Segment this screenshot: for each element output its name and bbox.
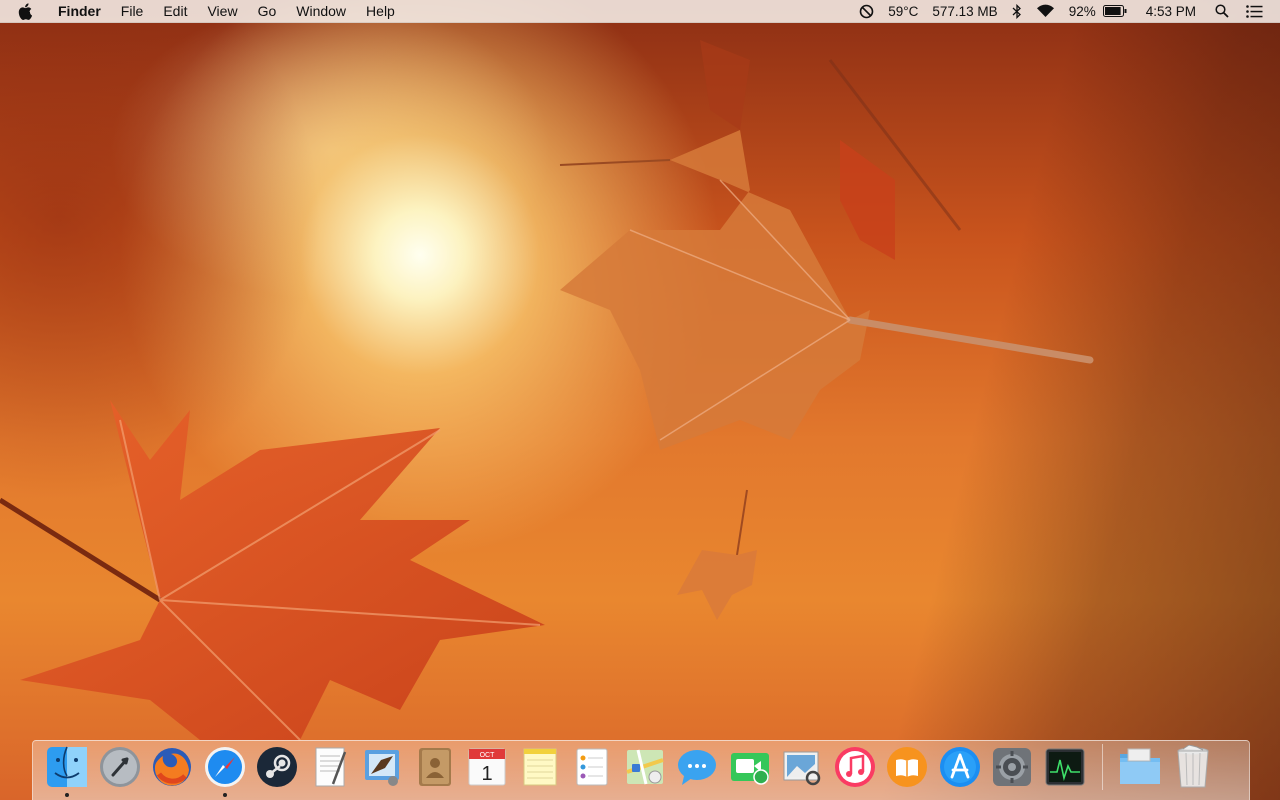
- notes-icon[interactable]: [517, 744, 563, 790]
- apple-menu-icon[interactable]: [18, 2, 36, 20]
- ibooks-icon[interactable]: [884, 744, 930, 790]
- system-preferences-icon[interactable]: [989, 744, 1035, 790]
- battery-percent[interactable]: 92%: [1062, 0, 1103, 22]
- preview-icon[interactable]: [779, 744, 825, 790]
- calendar-month: OCT: [480, 752, 496, 759]
- menu-help[interactable]: Help: [356, 0, 405, 22]
- maple-leaf-large: [0, 400, 545, 741]
- temperature-status[interactable]: 59°C: [881, 0, 925, 22]
- activity-monitor-icon[interactable]: [1042, 744, 1088, 790]
- do-not-disturb-icon[interactable]: [852, 0, 881, 22]
- notification-center-icon[interactable]: [1236, 0, 1270, 22]
- menu-window[interactable]: Window: [286, 0, 356, 22]
- menu-app-name[interactable]: Finder: [52, 0, 111, 22]
- safari-icon[interactable]: [202, 744, 248, 797]
- running-indicator: [65, 793, 69, 797]
- menu-view[interactable]: View: [197, 0, 247, 22]
- calendar-icon[interactable]: OCT 1: [464, 744, 510, 790]
- dock-items: OCT 1: [44, 744, 1222, 797]
- itunes-icon[interactable]: [832, 744, 878, 790]
- maple-leaf-small: [677, 489, 757, 620]
- menu-bar: Finder File Edit View Go Window Help 59°…: [0, 0, 1280, 23]
- mail-icon[interactable]: [359, 744, 405, 790]
- spotlight-search-icon[interactable]: [1208, 0, 1236, 22]
- reminders-icon[interactable]: [569, 744, 615, 790]
- messages-icon[interactable]: [674, 744, 720, 790]
- maple-leaf-top: [700, 40, 962, 260]
- maps-icon[interactable]: [622, 744, 668, 790]
- menu-go[interactable]: Go: [248, 0, 287, 22]
- textedit-icon[interactable]: [307, 744, 353, 790]
- finder-icon[interactable]: [44, 744, 90, 797]
- wifi-icon[interactable]: [1029, 0, 1062, 22]
- launchpad-icon[interactable]: [97, 744, 143, 790]
- memory-status[interactable]: 577.13 MB: [925, 0, 1004, 22]
- menu-file[interactable]: File: [111, 0, 154, 22]
- calendar-day: 1: [481, 763, 492, 785]
- facetime-icon[interactable]: [727, 744, 773, 790]
- clock[interactable]: 4:53 PM: [1134, 0, 1208, 22]
- battery-icon[interactable]: [1102, 0, 1134, 22]
- bluetooth-icon[interactable]: [1005, 0, 1029, 22]
- steam-icon[interactable]: [254, 744, 300, 790]
- firefox-icon[interactable]: [149, 744, 195, 790]
- contacts-icon[interactable]: [412, 744, 458, 790]
- folder-icon[interactable]: [1117, 744, 1163, 790]
- app-store-icon[interactable]: [937, 744, 983, 790]
- trash-icon[interactable]: [1170, 744, 1216, 790]
- desktop-wallpaper: [0, 0, 1280, 800]
- dock-separator: [1102, 744, 1103, 790]
- running-indicator: [222, 793, 227, 797]
- menu-edit[interactable]: Edit: [153, 0, 197, 22]
